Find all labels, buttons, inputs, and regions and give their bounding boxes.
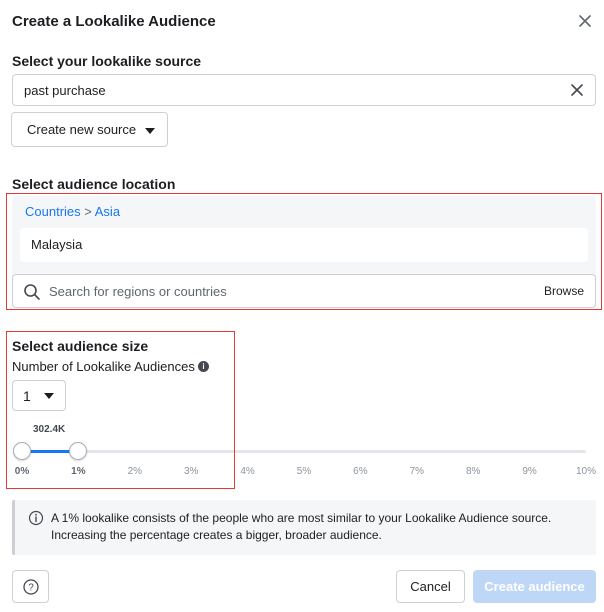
- location-highlight-box: [6, 193, 602, 310]
- slider-tick-label: 4%: [240, 466, 255, 477]
- info-panel: A 1% lookalike consists of the people wh…: [12, 500, 596, 555]
- help-button[interactable]: ?: [12, 570, 49, 603]
- slider-tick-label: 8%: [465, 466, 481, 477]
- slider-tick-label: 7%: [409, 466, 425, 477]
- info-text: A 1% lookalike consists of the people wh…: [51, 511, 552, 542]
- dialog-title: Create a Lookalike Audience: [12, 13, 216, 30]
- slider-tick-label: 10%: [575, 466, 597, 477]
- create-new-source-label: Create new source: [27, 122, 137, 137]
- source-input[interactable]: past purchase: [12, 74, 596, 106]
- slider-tick-label: 6%: [353, 466, 368, 477]
- size-highlight-box: [6, 331, 235, 489]
- source-value: past purchase: [24, 83, 106, 98]
- help-glyph: ?: [28, 583, 34, 594]
- cancel-button[interactable]: Cancel: [396, 570, 465, 603]
- chevron-down-icon: [145, 128, 155, 134]
- help-icon: ?: [23, 579, 39, 595]
- close-icon[interactable]: [576, 12, 594, 30]
- location-heading: Select audience location: [12, 176, 176, 192]
- clear-icon[interactable]: [569, 82, 585, 98]
- slider-tick-label: 5%: [296, 466, 312, 477]
- create-audience-button[interactable]: Create audience: [473, 570, 596, 603]
- create-new-source-button[interactable]: Create new source: [11, 112, 168, 147]
- info-circle-icon: [28, 510, 44, 526]
- source-heading: Select your lookalike source: [12, 53, 202, 69]
- slider-tick-label: 9%: [522, 466, 537, 477]
